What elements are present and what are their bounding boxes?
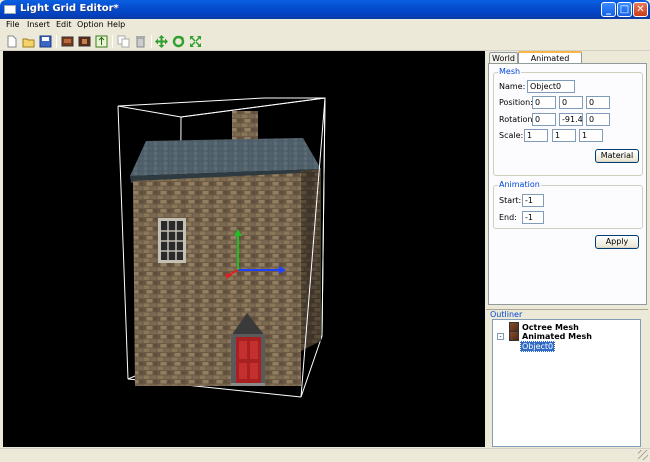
- end-label: End:: [499, 213, 517, 222]
- menu-insert[interactable]: Insert: [27, 20, 50, 29]
- animation-group-title: Animation: [498, 180, 541, 189]
- delete-icon[interactable]: [134, 35, 147, 48]
- side-wall: [301, 169, 321, 351]
- scale-x-field[interactable]: 1: [524, 129, 548, 142]
- status-bar: [0, 448, 650, 462]
- mesh-group: Mesh Name: Object0 Position: 0 0 0 Rotat…: [493, 67, 643, 176]
- save-icon[interactable]: [39, 35, 52, 48]
- maximize-button[interactable]: □: [617, 2, 632, 17]
- tree-item-animated-mesh[interactable]: Animated Mesh: [522, 332, 592, 341]
- mesh-group-title: Mesh: [498, 67, 522, 76]
- apply-button[interactable]: Apply: [595, 235, 639, 249]
- tree-item-object0[interactable]: Object0: [520, 341, 556, 352]
- name-field[interactable]: Object0: [527, 80, 575, 93]
- position-label: Position:: [499, 98, 533, 107]
- title-bar: Light Grid Editor* _ □ ✕: [0, 0, 650, 19]
- new-icon[interactable]: [5, 35, 18, 48]
- outliner-panel: Outliner Octree Mesh - Animated Mesh Obj…: [486, 309, 648, 447]
- menu-edit[interactable]: Edit: [56, 20, 72, 29]
- menu-bar: File Insert Edit Option Help: [0, 19, 650, 32]
- toolbar: [0, 32, 650, 51]
- rotate-icon[interactable]: [172, 35, 185, 48]
- position-x-field[interactable]: 0: [532, 96, 556, 109]
- start-field[interactable]: -1: [522, 194, 544, 207]
- rotation-x-field[interactable]: 0: [532, 113, 556, 126]
- menu-option[interactable]: Option: [77, 20, 104, 29]
- outliner-title: Outliner: [490, 310, 523, 319]
- position-y-field[interactable]: 0: [559, 96, 583, 109]
- expander-animated-mesh[interactable]: -: [497, 333, 504, 340]
- properties-panel: World Animated Mesh Mesh Name: Object0 P…: [486, 51, 648, 447]
- scale-icon[interactable]: [189, 35, 202, 48]
- viewport-scene: [117, 97, 326, 398]
- material-button[interactable]: Material: [595, 149, 639, 163]
- animated-mesh-icon: [509, 331, 519, 341]
- position-z-field[interactable]: 0: [586, 96, 610, 109]
- tab-page-animated-mesh: Mesh Name: Object0 Position: 0 0 0 Rotat…: [488, 63, 647, 305]
- scale-z-field[interactable]: 1: [579, 129, 603, 142]
- menu-help[interactable]: Help: [107, 20, 125, 29]
- name-label: Name:: [499, 82, 526, 91]
- rotation-z-field[interactable]: 0: [586, 113, 610, 126]
- outliner-tree[interactable]: Octree Mesh - Animated Mesh Object0: [492, 319, 641, 447]
- app-icon: [4, 5, 16, 14]
- resize-grip[interactable]: [638, 450, 648, 460]
- scale-label: Scale:: [499, 131, 524, 140]
- window-title: Light Grid Editor*: [20, 3, 119, 14]
- move-icon[interactable]: [155, 35, 168, 48]
- mesh-icon[interactable]: [78, 35, 91, 48]
- start-label: Start:: [499, 196, 522, 205]
- end-field[interactable]: -1: [522, 211, 544, 224]
- 3d-viewport[interactable]: [3, 51, 485, 447]
- minimize-button[interactable]: _: [601, 2, 616, 17]
- close-button[interactable]: ✕: [633, 2, 648, 17]
- tree-item-octree-mesh[interactable]: Octree Mesh: [522, 323, 579, 332]
- front-wall: [133, 173, 301, 386]
- scale-y-field[interactable]: 1: [552, 129, 576, 142]
- octree-icon[interactable]: [61, 35, 74, 48]
- rotation-label: Rotation:: [499, 115, 536, 124]
- menu-file[interactable]: File: [6, 20, 19, 29]
- export-icon[interactable]: [95, 35, 108, 48]
- rotation-y-field[interactable]: -91.4: [559, 113, 583, 126]
- open-icon[interactable]: [22, 35, 35, 48]
- animation-group: Animation Start: -1 End: -1: [493, 180, 643, 229]
- copy-icon[interactable]: [117, 35, 130, 48]
